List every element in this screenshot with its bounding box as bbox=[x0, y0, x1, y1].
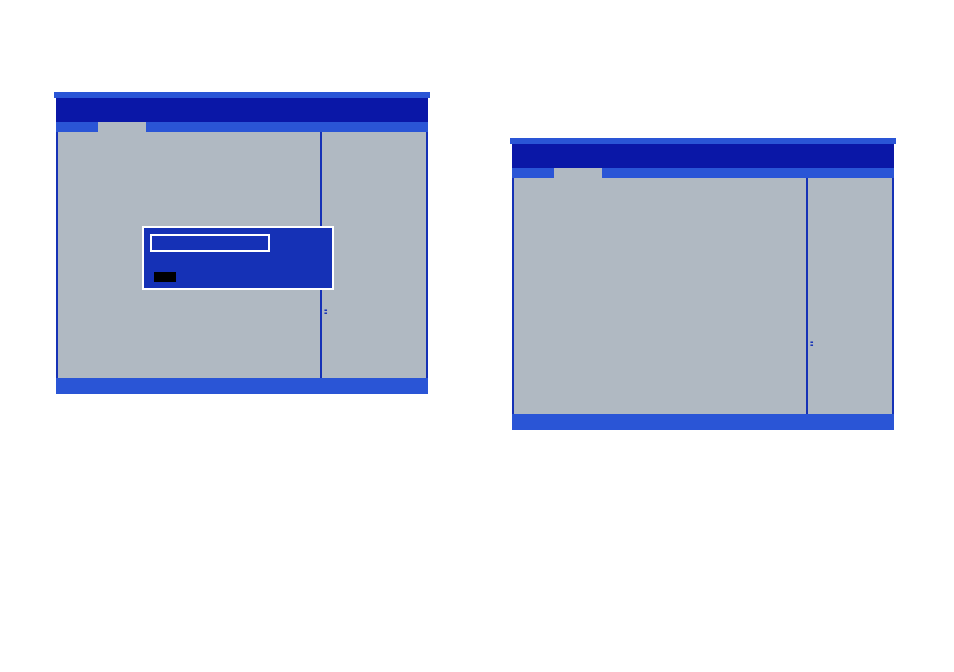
modal-dialog bbox=[142, 226, 334, 290]
title-bar[interactable] bbox=[56, 98, 428, 122]
dialog-input-field[interactable] bbox=[150, 234, 270, 252]
splitter-handle-icon[interactable]: ▪▪▪▪ bbox=[324, 310, 330, 316]
title-bar[interactable] bbox=[512, 144, 894, 168]
status-bar bbox=[56, 378, 428, 394]
active-tab[interactable] bbox=[554, 168, 602, 178]
status-bar bbox=[512, 414, 894, 430]
active-tab[interactable] bbox=[98, 122, 146, 132]
app-window-left: ▪▪▪▪ bbox=[56, 98, 428, 394]
dialog-primary-button[interactable] bbox=[154, 272, 176, 282]
app-window-right: ▪▪▪▪ bbox=[512, 144, 894, 430]
vertical-splitter[interactable] bbox=[806, 178, 808, 414]
splitter-handle-icon[interactable]: ▪▪▪▪ bbox=[810, 342, 816, 348]
